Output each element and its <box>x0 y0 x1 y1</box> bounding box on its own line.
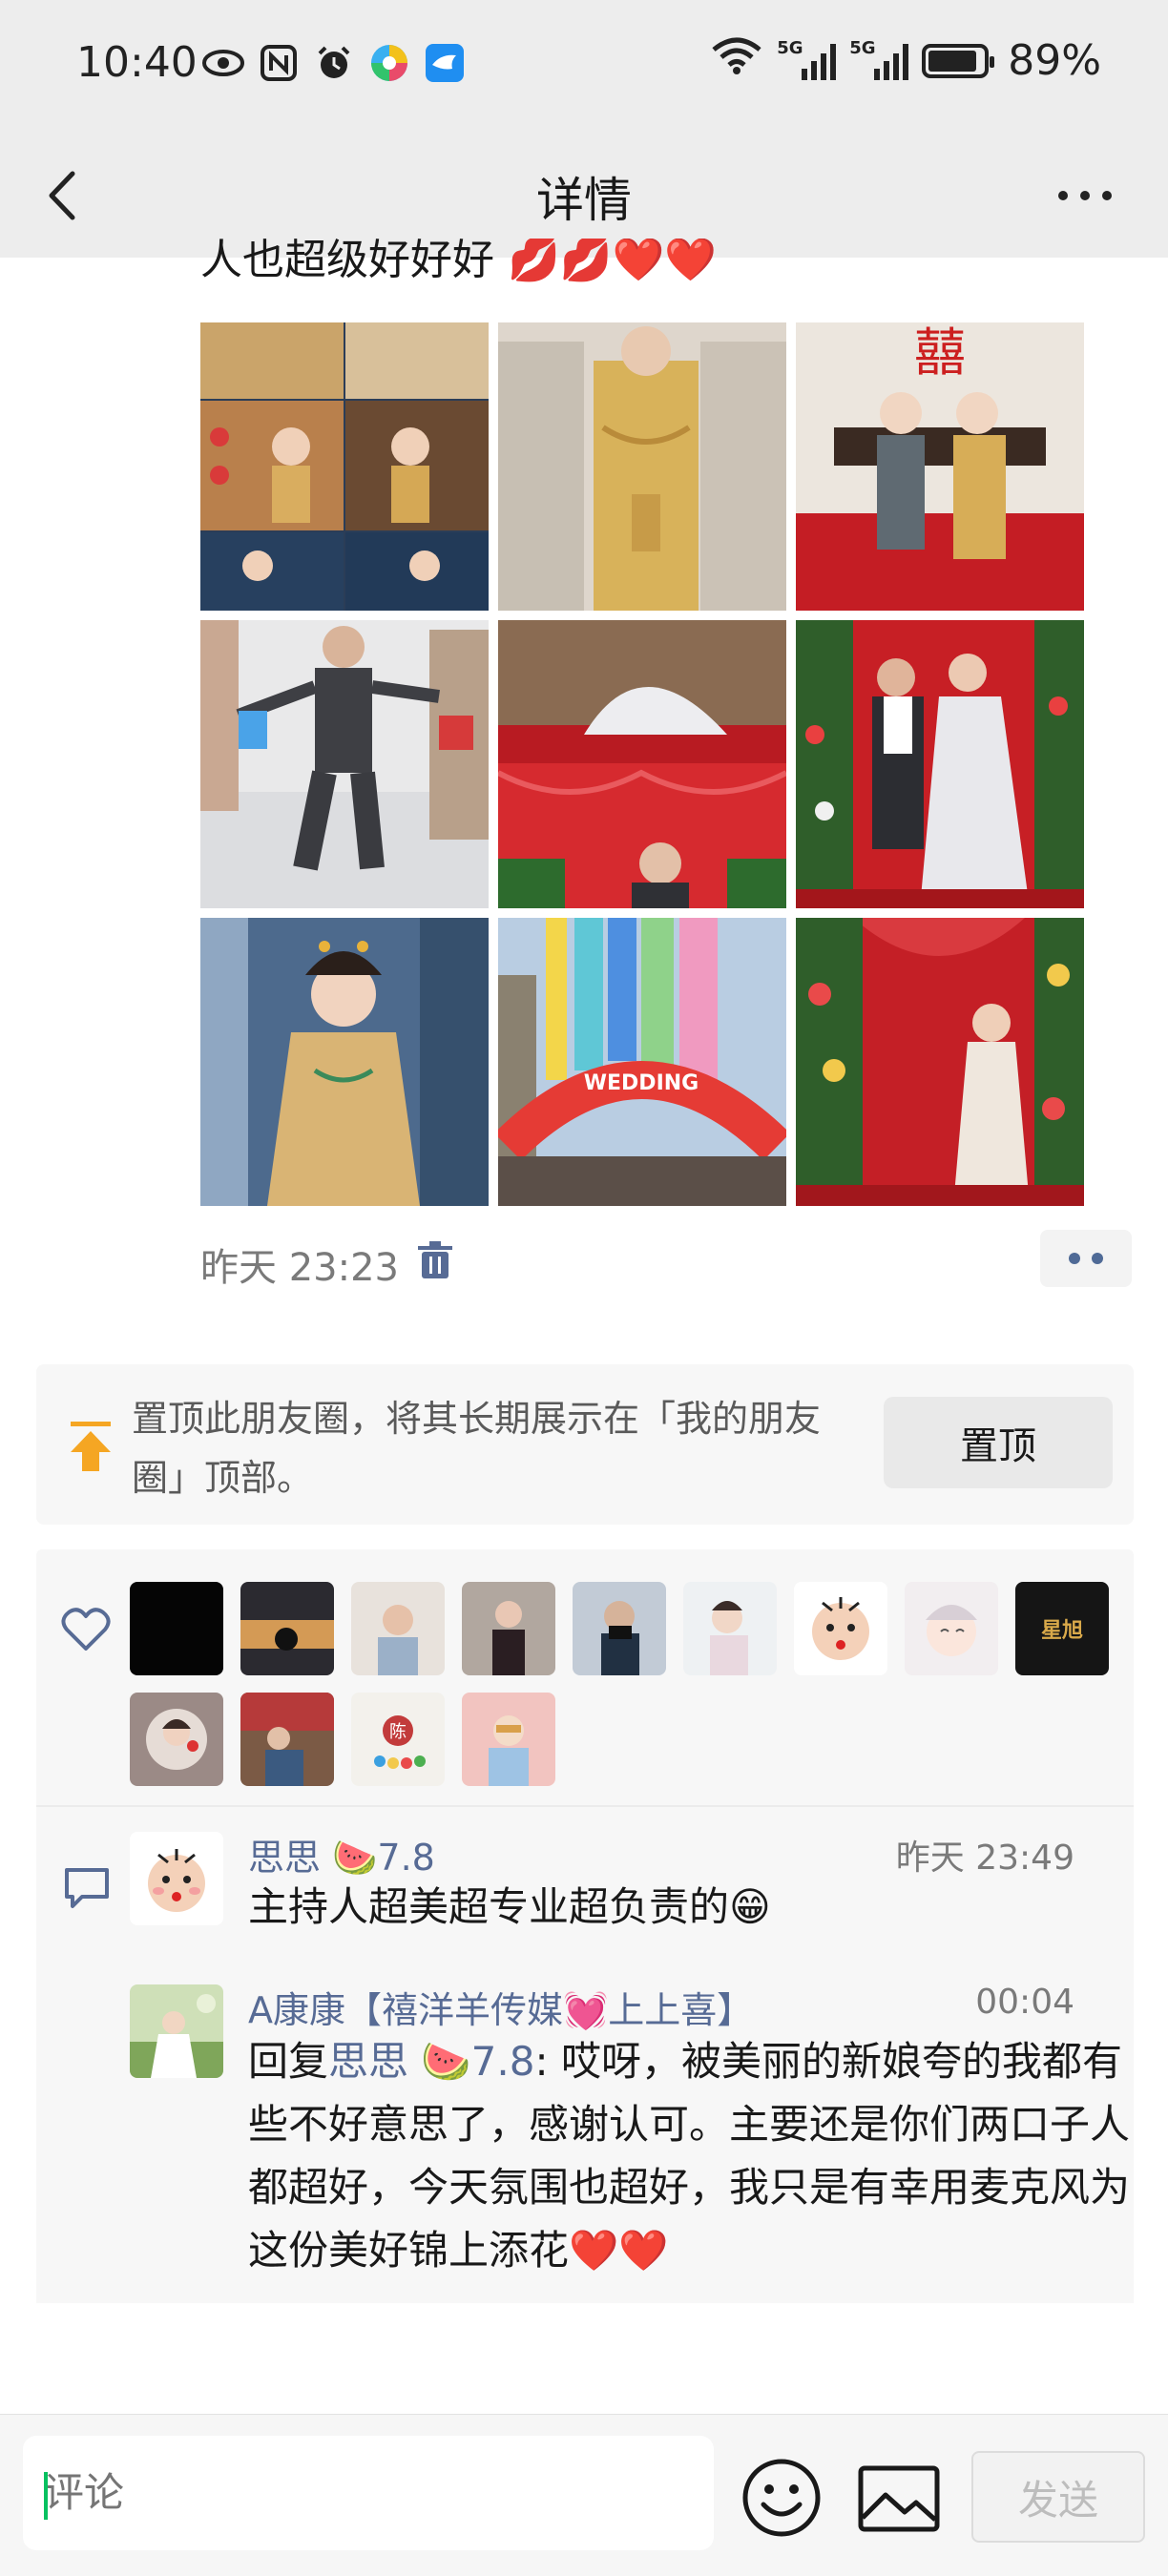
post-text-content: 人也超级好好好 <box>200 239 494 284</box>
status-left-icons <box>202 42 466 84</box>
post-actions-button[interactable] <box>1040 1230 1132 1287</box>
comment-reply-text: 回复思思 🍉7.8: 哎呀，被美丽的新娘夸的我都有些不好意思了，感谢认可。主要还… <box>248 2030 1145 2282</box>
more-options-button[interactable] <box>1052 172 1118 219</box>
avatar[interactable] <box>351 1582 445 1675</box>
photo-2[interactable] <box>498 322 786 611</box>
bird-app-icon <box>424 42 466 84</box>
status-bar: 10:40 5G 5G 89% <box>0 0 1168 134</box>
colorful-app-icon <box>368 42 410 84</box>
wifi-icon <box>710 36 763 85</box>
svg-text:囍: 囍 <box>914 322 966 383</box>
svg-text:陈: 陈 <box>389 1722 407 1742</box>
network-label: 5G <box>777 37 803 58</box>
comment-text: 主持人超美超专业超负责的😁 <box>248 1883 771 1930</box>
battery-icon <box>922 43 995 78</box>
photo-1[interactable] <box>200 322 489 611</box>
comments-section: 思思 🍉7.8 昨天 23:49 主持人超美超专业超负责的😁 A康康【禧洋羊传媒… <box>36 1807 1134 2303</box>
reply-to-user[interactable]: 思思 🍉7.8 <box>328 2038 534 2085</box>
text-caret <box>44 2472 48 2520</box>
alarm-icon <box>313 42 355 84</box>
pin-to-top-icon <box>65 1418 116 1475</box>
photo-7[interactable] <box>200 918 489 1206</box>
reply-prefix: 回复 <box>248 2038 329 2085</box>
photo-5[interactable] <box>498 620 786 908</box>
signal-icon-2: 5G <box>849 38 909 80</box>
post-text: 人也超级好好好 💋💋❤️❤️ <box>200 239 1059 284</box>
avatar[interactable] <box>905 1582 998 1675</box>
avatar[interactable] <box>573 1582 666 1675</box>
avatar[interactable]: 星旭 <box>1015 1582 1109 1675</box>
comment-composer: 发送 <box>0 2414 1168 2576</box>
avatar[interactable] <box>462 1582 555 1675</box>
avatar[interactable] <box>130 1693 223 1786</box>
delete-icon[interactable] <box>416 1240 454 1282</box>
post-time: 昨天 23:23 <box>200 1246 399 1290</box>
photo-6[interactable] <box>796 620 1084 908</box>
comment-author[interactable]: 思思 🍉7.8 <box>248 1828 435 1880</box>
network-label: 5G <box>849 37 876 58</box>
nfc-icon <box>258 42 300 84</box>
send-button[interactable]: 发送 <box>971 2451 1145 2543</box>
likes-avatar-row-2: 陈 <box>130 1693 555 1786</box>
comment-avatar[interactable] <box>130 1984 223 2078</box>
image-icon[interactable] <box>857 2464 941 2533</box>
photo-8[interactable]: WEDDING <box>498 918 786 1206</box>
comment-time: 00:04 <box>975 1983 1074 2022</box>
page-title: 详情 <box>536 173 632 228</box>
avatar[interactable] <box>462 1693 555 1786</box>
status-time: 10:40 <box>76 38 198 87</box>
photo-4[interactable] <box>200 620 489 908</box>
comment-avatar[interactable] <box>130 1832 223 1925</box>
signal-icon-1: 5G <box>777 38 837 80</box>
comment-icon <box>61 1864 113 1912</box>
likes-section: 星旭 陈 <box>36 1549 1134 1805</box>
heart-icon <box>61 1607 111 1652</box>
likes-avatar-row-1: 星旭 <box>130 1582 1109 1675</box>
comment-author[interactable]: A康康【禧洋羊传媒💓上上喜】 <box>248 1981 753 2033</box>
svg-text:WEDDING: WEDDING <box>584 1071 699 1095</box>
avatar[interactable] <box>240 1693 334 1786</box>
pin-description: 置顶此朋友圈，将其长期展示在「我的朋友圈」顶部。 <box>132 1398 822 1499</box>
status-right: 5G 5G 89% <box>710 36 1101 85</box>
comment-time: 昨天 23:49 <box>895 1839 1074 1878</box>
svg-text:星旭: 星旭 <box>1041 1619 1083 1643</box>
eye-icon <box>202 42 244 84</box>
avatar[interactable] <box>130 1582 223 1675</box>
photo-grid: 囍 WEDDING <box>200 322 1088 1206</box>
avatar[interactable] <box>240 1582 334 1675</box>
avatar[interactable]: 陈 <box>351 1693 445 1786</box>
hearts-emoji-icon: 💋💋❤️❤️ <box>494 239 718 284</box>
comment-input[interactable] <box>23 2436 714 2550</box>
pin-card: 置顶此朋友圈，将其长期展示在「我的朋友圈」顶部。 置顶 <box>36 1364 1134 1525</box>
pin-button[interactable]: 置顶 <box>884 1397 1113 1488</box>
photo-9[interactable] <box>796 918 1084 1206</box>
battery-percent: 89% <box>1008 36 1101 85</box>
avatar[interactable] <box>683 1582 777 1675</box>
avatar[interactable] <box>794 1582 887 1675</box>
emoji-icon[interactable] <box>740 2457 823 2539</box>
photo-3[interactable]: 囍 <box>796 322 1084 611</box>
